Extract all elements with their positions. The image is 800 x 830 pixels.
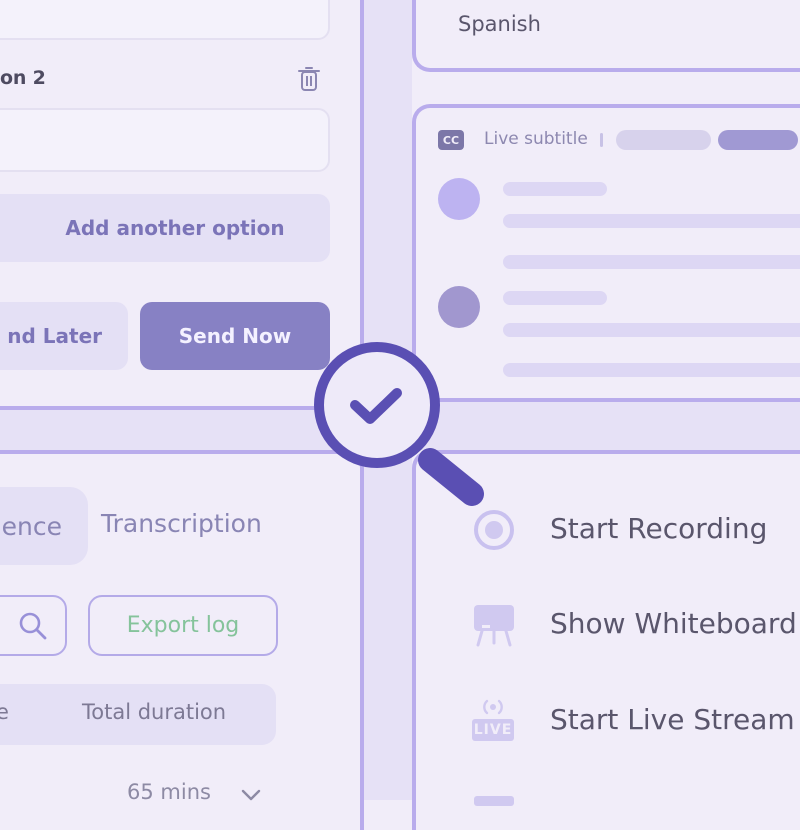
export-log-button[interactable]: Export log	[88, 595, 278, 656]
row-duration: 65 mins	[127, 780, 211, 804]
subtitle-line	[503, 182, 607, 196]
toggle-pill-1[interactable]	[616, 130, 711, 150]
magnifier-check-icon	[314, 342, 484, 506]
cc-icon: CC	[438, 130, 464, 150]
search-button[interactable]	[0, 595, 67, 656]
live-badge: LIVE	[472, 719, 514, 741]
divider	[600, 133, 603, 147]
option-2-field[interactable]	[0, 108, 330, 172]
search-icon	[19, 612, 47, 640]
send-now-button[interactable]: Send Now	[140, 302, 330, 370]
option-1-field[interactable]	[0, 0, 330, 40]
start-live-stream-button[interactable]: Start Live Stream	[550, 703, 795, 736]
broadcast-icon	[483, 699, 503, 715]
column-header-partial: e	[0, 700, 9, 724]
avatar	[438, 286, 480, 328]
show-whiteboard-button[interactable]: Show Whiteboard	[550, 607, 797, 640]
subtitle-line	[503, 363, 800, 377]
language-panel	[412, 0, 800, 72]
trash-icon[interactable]	[298, 66, 320, 92]
live-stream-icon[interactable]: LIVE	[470, 698, 516, 744]
subtitle-line	[503, 214, 800, 228]
option-2-label: on 2	[0, 67, 46, 89]
subtitle-line	[503, 323, 800, 337]
avatar	[438, 178, 480, 220]
tab-transcription[interactable]: Transcription	[101, 509, 262, 538]
whiteboard-icon[interactable]	[472, 603, 516, 647]
tab-conference[interactable]: ence	[0, 487, 88, 565]
add-option-button[interactable]: Add another option	[0, 194, 330, 262]
column-header-total-duration[interactable]: Total duration	[82, 700, 226, 724]
live-subtitle-title: Live subtitle	[484, 129, 588, 149]
subtitle-line	[503, 255, 800, 269]
start-recording-button[interactable]: Start Recording	[550, 512, 767, 545]
send-later-button[interactable]: nd Later	[0, 302, 128, 370]
language-value[interactable]: Spanish	[458, 12, 541, 36]
next-action-icon	[474, 796, 514, 806]
toggle-pill-2[interactable]	[718, 130, 798, 150]
subtitle-line	[503, 291, 607, 305]
